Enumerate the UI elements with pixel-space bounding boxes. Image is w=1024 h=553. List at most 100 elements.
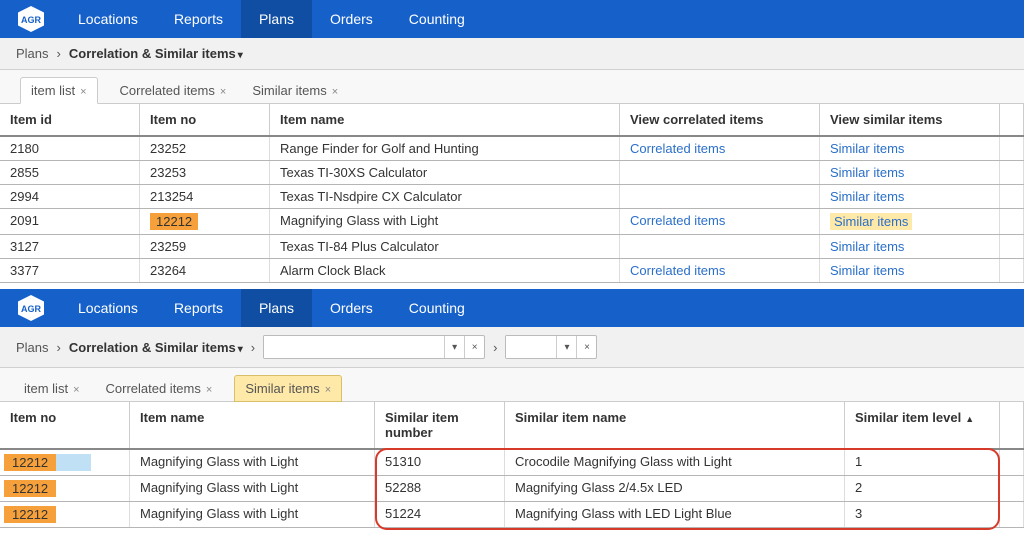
cell-sim-no: 51310 — [375, 450, 505, 475]
table-row[interactable]: 218023252Range Finder for Golf and Hunti… — [0, 137, 1024, 161]
cell-sim-level: 2 — [845, 476, 1000, 501]
nav-plans[interactable]: Plans — [241, 289, 312, 327]
cell-sim-name: Magnifying Glass with LED Light Blue — [505, 502, 845, 527]
caret-down-icon[interactable]: ▾ — [238, 344, 243, 355]
cell-item-no: 213254 — [140, 185, 270, 208]
cell-spacer — [1000, 161, 1024, 184]
cell-sim-level: 1 — [845, 450, 1000, 475]
cell-spacer — [1000, 502, 1024, 527]
cell-sim-no: 51224 — [375, 502, 505, 527]
col-sim-number[interactable]: Similar item number — [375, 402, 505, 448]
cell-sim-no: 52288 — [375, 476, 505, 501]
close-icon[interactable]: × — [325, 384, 331, 396]
table-row[interactable]: 12212Magnifying Glass with Light51224Mag… — [0, 502, 1024, 528]
logo: AGR — [14, 294, 48, 322]
similar-link[interactable]: Similar items — [830, 239, 904, 254]
nav-counting[interactable]: Counting — [391, 0, 483, 38]
cell-view-sim: Similar items — [820, 209, 1000, 234]
cell-item-no: 12212 — [0, 476, 130, 501]
nav-counting[interactable]: Counting — [391, 289, 483, 327]
tab-similar[interactable]: Similar items× — [248, 77, 342, 104]
top-navbar: AGR Locations Reports Plans Orders Count… — [0, 289, 1024, 327]
nav-locations[interactable]: Locations — [60, 289, 156, 327]
table-row[interactable]: 285523253Texas TI-30XS CalculatorSimilar… — [0, 161, 1024, 185]
cell-item-name: Range Finder for Golf and Hunting — [270, 137, 620, 160]
cell-item-name: Texas TI-Nsdpire CX Calculator — [270, 185, 620, 208]
table-row[interactable]: 12212Magnifying Glass with Light52288Mag… — [0, 476, 1024, 502]
correlated-link[interactable]: Correlated items — [630, 213, 725, 228]
col-sim-level[interactable]: Similar item level▲ — [845, 402, 1000, 448]
chevron-right-icon: › — [57, 46, 61, 61]
nav-reports[interactable]: Reports — [156, 289, 241, 327]
tab-similar[interactable]: Similar items× — [234, 375, 342, 402]
crumb-page[interactable]: Correlation & Similar items — [69, 340, 236, 355]
similar-link[interactable]: Similar items — [830, 165, 904, 180]
crumb-page[interactable]: Correlation & Similar items — [69, 46, 236, 61]
cell-view-corr: Correlated items — [620, 259, 820, 282]
close-icon[interactable]: × — [464, 336, 484, 358]
col-sim-name[interactable]: Similar item name — [505, 402, 845, 448]
tab-correlated[interactable]: Correlated items× — [116, 77, 231, 104]
similar-link[interactable]: Similar items — [830, 189, 904, 204]
cell-view-sim: Similar items — [820, 161, 1000, 184]
close-icon[interactable]: × — [220, 86, 226, 98]
nav-reports[interactable]: Reports — [156, 0, 241, 38]
table-row[interactable]: 312723259Texas TI-84 Plus CalculatorSimi… — [0, 235, 1024, 259]
similar-link[interactable]: Similar items — [830, 213, 912, 230]
cell-item-name: Texas TI-30XS Calculator — [270, 161, 620, 184]
close-icon[interactable]: × — [80, 86, 86, 98]
filter-1: ▾ × — [263, 335, 485, 359]
cell-spacer — [1000, 476, 1024, 501]
filter-input[interactable] — [264, 336, 444, 358]
col-item-id[interactable]: Item id — [0, 104, 140, 135]
close-icon[interactable]: × — [73, 384, 79, 396]
cell-item-no: 23252 — [140, 137, 270, 160]
tab-item-list[interactable]: item list× — [20, 77, 98, 104]
similar-link[interactable]: Similar items — [830, 141, 904, 156]
filter-input[interactable] — [506, 336, 556, 358]
tab-correlated[interactable]: Correlated items× — [102, 375, 217, 402]
col-item-no[interactable]: Item no — [0, 402, 130, 448]
col-item-name[interactable]: Item name — [130, 402, 375, 448]
top-navbar: AGR Locations Reports Plans Orders Count… — [0, 0, 1024, 38]
cell-item-id: 2994 — [0, 185, 140, 208]
cell-sim-name: Crocodile Magnifying Glass with Light — [505, 450, 845, 475]
caret-down-icon[interactable]: ▾ — [556, 336, 576, 358]
nav-locations[interactable]: Locations — [60, 0, 156, 38]
col-item-no[interactable]: Item no — [140, 104, 270, 135]
cell-spacer — [1000, 450, 1024, 475]
cell-view-sim: Similar items — [820, 235, 1000, 258]
correlated-link[interactable]: Correlated items — [630, 141, 725, 156]
cell-item-id: 3127 — [0, 235, 140, 258]
tab-bar: item list× Correlated items× Similar ite… — [0, 368, 1024, 402]
col-view-similar[interactable]: View similar items — [820, 104, 1000, 135]
cell-item-no: 23264 — [140, 259, 270, 282]
breadcrumb: Plans › Correlation & Similar items▾ — [0, 38, 1024, 70]
cell-item-id: 2180 — [0, 137, 140, 160]
crumb-root[interactable]: Plans — [16, 46, 49, 61]
nav-orders[interactable]: Orders — [312, 289, 391, 327]
cell-item-no: 23253 — [140, 161, 270, 184]
similar-link[interactable]: Similar items — [830, 263, 904, 278]
close-icon[interactable]: × — [332, 86, 338, 98]
table-row[interactable]: 209112212Magnifying Glass with LightCorr… — [0, 209, 1024, 235]
cell-item-name: Magnifying Glass with Light — [130, 450, 375, 475]
table-row[interactable]: 12212 Magnifying Glass with Light51310Cr… — [0, 450, 1024, 476]
tab-item-list[interactable]: item list× — [20, 375, 84, 402]
col-item-name[interactable]: Item name — [270, 104, 620, 135]
nav-plans[interactable]: Plans — [241, 0, 312, 38]
crumb-root[interactable]: Plans — [16, 340, 49, 355]
svg-text:AGR: AGR — [21, 15, 42, 25]
cell-spacer — [1000, 259, 1024, 282]
correlated-link[interactable]: Correlated items — [630, 263, 725, 278]
close-icon[interactable]: × — [576, 336, 596, 358]
col-view-correlated[interactable]: View correlated items — [620, 104, 820, 135]
table-row[interactable]: 337723264Alarm Clock BlackCorrelated ite… — [0, 259, 1024, 283]
cell-view-corr — [620, 161, 820, 184]
caret-down-icon[interactable]: ▾ — [238, 50, 243, 61]
close-icon[interactable]: × — [206, 384, 212, 396]
chevron-right-icon: › — [493, 340, 497, 355]
nav-orders[interactable]: Orders — [312, 0, 391, 38]
caret-down-icon[interactable]: ▾ — [444, 336, 464, 358]
table-row[interactable]: 2994213254Texas TI-Nsdpire CX Calculator… — [0, 185, 1024, 209]
